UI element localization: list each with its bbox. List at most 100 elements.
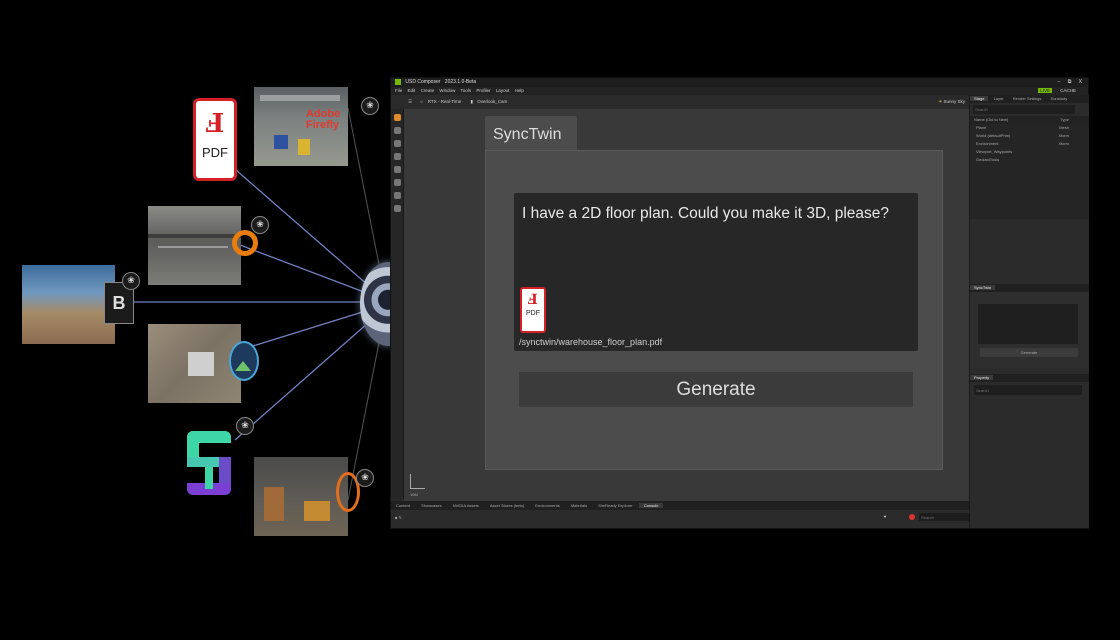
tab-materials[interactable]: Materials <box>566 503 592 508</box>
openai-icon: ❀ <box>251 216 269 234</box>
bottom-tabs: Content Showcases NVIDIA Assets Asset St… <box>391 501 969 510</box>
console-tools-icon[interactable]: ■ ✎ <box>395 515 402 520</box>
mountain-logo-icon <box>229 341 259 381</box>
viewport-toolbar: ☰ ☼ RTX - Real-Time ▮ Overlook_Cam ☀ Sun… <box>391 95 969 110</box>
cache-badge[interactable]: CACHE <box>1060 88 1076 93</box>
tab-stage[interactable]: Stage <box>970 96 989 101</box>
select-tool-icon[interactable] <box>393 114 401 121</box>
menu-profiler[interactable]: Profiler <box>476 88 490 93</box>
prompt-text: I have a 2D floor plan. Could you make i… <box>522 205 890 222</box>
tab-render-settings[interactable]: Render Settings <box>1009 96 1046 101</box>
attachment-path: /synctwin/warehouse_floor_plan.pdf <box>519 337 663 347</box>
viewport[interactable]: SyncTwin I have a 2D floor plan. Could y… <box>404 109 969 501</box>
stage-row-name: GeolaniTools <box>976 157 1000 162</box>
camera-icon[interactable]: ▮ <box>470 99 472 104</box>
warehouse-interior-thumbnail <box>254 457 348 536</box>
menu-help[interactable]: Help <box>515 88 524 93</box>
stage-row-name: World (defaultPrim) <box>976 133 1011 138</box>
aerial-site-thumbnail <box>148 324 241 403</box>
synctwin-mini-tabs: SyncTwin <box>970 284 1089 292</box>
tab-showcases[interactable]: Showcases <box>416 503 446 508</box>
console-search-input[interactable] <box>919 513 969 521</box>
live-badge[interactable]: LIVE <box>1038 88 1052 93</box>
snap-tool-icon[interactable] <box>393 166 401 173</box>
tab-synctwin-mini[interactable]: SyncTwin <box>970 285 996 290</box>
synctwin-logo-icon <box>187 431 231 495</box>
right-panel: Stage Layer Render Settings Sunstudy Nam… <box>969 95 1089 528</box>
stage-row-type: Xform <box>1058 133 1069 138</box>
openai-icon: ❀ <box>122 272 140 290</box>
menu-window[interactable]: Window <box>439 88 455 93</box>
tool-palette <box>391 109 404 499</box>
desert-panorama-thumbnail <box>22 265 115 344</box>
maximize-button[interactable]: ⧉ <box>1068 79 1072 85</box>
rotate-tool-icon[interactable] <box>393 140 401 147</box>
play-tool-icon[interactable] <box>393 179 401 186</box>
property-search-input[interactable] <box>974 385 1082 395</box>
stage-row-type: Xform <box>1058 141 1069 146</box>
tab-nvidia-assets[interactable]: NVIDIA Assets <box>448 503 484 508</box>
left-logo-letter: B <box>112 293 126 313</box>
app-title: USD Composer <box>405 79 441 85</box>
stage-row[interactable]: World (defaultPrim) Xform <box>970 132 1089 140</box>
error-badge-icon <box>909 514 915 520</box>
stage-row[interactable]: Viewport_Waypoints <box>970 148 1089 156</box>
openai-icon: ❀ <box>236 417 254 435</box>
warehouse-render-thumbnail: Adobe Firefly <box>254 87 348 166</box>
pdf-file-icon: Ⅎ PDF <box>193 98 237 181</box>
stage-row[interactable]: Environment Xform <box>970 140 1089 148</box>
stage-tabs: Stage Layer Render Settings Sunstudy <box>970 95 1089 103</box>
tab-layer[interactable]: Layer <box>990 96 1008 101</box>
menu-bar: File Edit Create Window Tools Profiler L… <box>391 87 1088 95</box>
menu-layout[interactable]: Layout <box>496 88 510 93</box>
stage-search-input[interactable] <box>973 105 1075 114</box>
stage-row-type: Mesh <box>1059 125 1069 130</box>
minimize-button[interactable]: – <box>1058 79 1061 85</box>
menu-tools[interactable]: Tools <box>461 88 472 93</box>
title-bar: USD Composer 2023.1.0-Beta – ⧉ X <box>391 78 1088 87</box>
menu-edit[interactable]: Edit <box>408 88 416 93</box>
column-type[interactable]: Type <box>1060 116 1069 124</box>
stage-row[interactable]: GeolaniTools <box>970 156 1089 164</box>
attachment-pdf-icon[interactable]: Ⅎ PDF <box>520 287 546 333</box>
settings-tool-icon[interactable] <box>393 205 401 212</box>
menu-file[interactable]: File <box>395 88 402 93</box>
move-tool-icon[interactable] <box>393 127 401 134</box>
scale-tool-icon[interactable] <box>393 153 401 160</box>
sun-icon[interactable]: ☀ <box>938 99 942 104</box>
stage-row-name: Environment <box>976 141 999 146</box>
property-tabs: Property <box>970 374 1089 382</box>
generate-button[interactable]: Generate <box>519 372 913 407</box>
light-icon[interactable]: ☼ <box>419 99 423 104</box>
stage-row[interactable]: Plane Mesh <box>970 124 1089 132</box>
menu-icon[interactable]: ☰ <box>408 99 412 104</box>
tab-simready-explorer[interactable]: SimReady Explorer <box>593 503 637 508</box>
openai-icon: ❀ <box>361 97 379 115</box>
paint-tool-icon[interactable] <box>393 192 401 199</box>
stage-row-name: Plane <box>976 125 987 130</box>
tab-sunstudy[interactable]: Sunstudy <box>1047 96 1072 101</box>
tab-asset-stores[interactable]: Asset Stores (beta) <box>485 503 529 508</box>
firefly-label: Adobe Firefly <box>306 108 341 131</box>
tab-property[interactable]: Property <box>970 375 994 380</box>
camera-selector[interactable]: Overlook_Cam <box>477 99 507 104</box>
synctwin-mini-panel: Generate <box>970 292 1089 368</box>
stage-tree: Plane Mesh World (defaultPrim) Xform Env… <box>970 124 1089 219</box>
close-button[interactable]: X <box>1079 79 1082 85</box>
synctwin-mini-prompt[interactable] <box>978 304 1078 344</box>
column-name[interactable]: Name (Old to New) <box>974 116 1008 124</box>
filter-icon[interactable]: ▼ <box>883 514 887 519</box>
sky-selector[interactable]: Sunny Sky <box>943 99 965 104</box>
synctwin-mini-generate[interactable]: Generate <box>980 348 1078 357</box>
pdf-label: PDF <box>202 145 228 160</box>
tab-content[interactable]: Content <box>391 503 415 508</box>
tab-console[interactable]: Console <box>638 503 664 508</box>
renderer-selector[interactable]: RTX - Real-Time <box>428 99 462 104</box>
synctwin-panel: I have a 2D floor plan. Could you make i… <box>485 150 943 470</box>
app-logo-icon <box>395 78 401 85</box>
synctwin-tab[interactable]: SyncTwin <box>485 116 577 152</box>
prompt-box[interactable]: I have a 2D floor plan. Could you make i… <box>514 193 918 351</box>
tab-environments[interactable]: Environments <box>530 503 564 508</box>
menu-create[interactable]: Create <box>421 88 435 93</box>
usd-composer-window: USD Composer 2023.1.0-Beta – ⧉ X File Ed… <box>390 77 1089 529</box>
